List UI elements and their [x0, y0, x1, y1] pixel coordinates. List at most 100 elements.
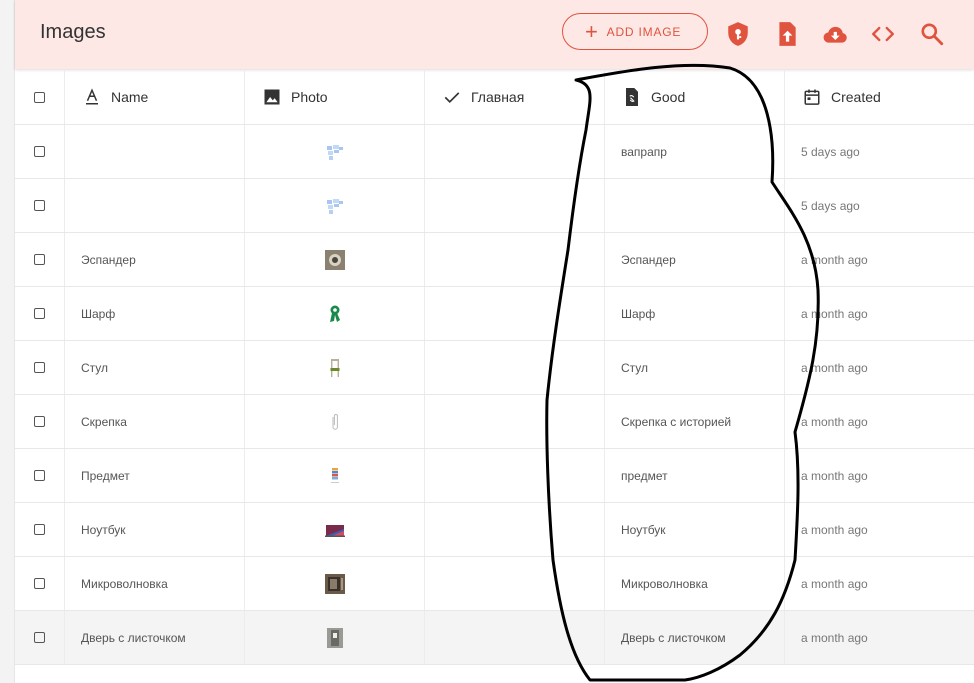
column-header-created[interactable]: Created: [785, 70, 974, 124]
item-photo[interactable]: [325, 466, 345, 486]
table-row[interactable]: Стул Стул a month ago: [15, 341, 974, 395]
row-select-cell: [15, 503, 65, 556]
row-checkbox[interactable]: [34, 254, 45, 265]
code-icon[interactable]: [870, 21, 896, 47]
column-header-name[interactable]: Name: [65, 70, 245, 124]
row-select-cell: [15, 557, 65, 610]
column-label-created: Created: [831, 89, 881, 105]
cell-name: Шарф: [65, 287, 245, 340]
cell-created: 5 days ago: [785, 125, 974, 178]
row-good: Дверь с листочком: [621, 630, 726, 645]
row-good: вапрапр: [621, 144, 667, 159]
cell-main: [425, 179, 605, 232]
cell-name: Скрепка: [65, 395, 245, 448]
row-select-cell: [15, 449, 65, 502]
expander-photo[interactable]: [325, 249, 345, 270]
cloud-download-icon[interactable]: [822, 21, 848, 47]
cell-good: Шарф: [605, 287, 785, 340]
row-checkbox[interactable]: [34, 362, 45, 373]
cell-name: Ноутбук: [65, 503, 245, 556]
search-icon[interactable]: [919, 21, 945, 47]
row-select-cell: [15, 341, 65, 394]
table-row[interactable]: 5 days ago: [15, 179, 974, 233]
row-select-cell: [15, 179, 65, 232]
row-name: Микроволновка: [81, 576, 168, 591]
paperclip-photo[interactable]: [325, 412, 345, 432]
file-upload-icon[interactable]: [774, 21, 800, 47]
column-header-photo[interactable]: Photo: [245, 70, 425, 124]
table-row[interactable]: Микроволновка Микроволновка a month ago: [15, 557, 974, 611]
laptop-photo[interactable]: [325, 520, 345, 540]
shield-key-icon[interactable]: [725, 21, 751, 47]
cell-main: [425, 503, 605, 556]
row-select-cell: [15, 611, 65, 664]
row-checkbox[interactable]: [34, 308, 45, 319]
row-checkbox[interactable]: [34, 470, 45, 481]
cell-good: Дверь с листочком: [605, 611, 785, 664]
cell-main: [425, 233, 605, 286]
column-header-main[interactable]: Главная: [425, 70, 605, 124]
table-row[interactable]: Скрепка Скрепка с историей a month ago: [15, 395, 974, 449]
cell-good: [605, 179, 785, 232]
plus-icon: +: [585, 18, 599, 44]
table-row[interactable]: Предмет предмет a month ago: [15, 449, 974, 503]
table-row[interactable]: вапрапр 5 days ago: [15, 125, 974, 179]
row-name: Шарф: [81, 306, 116, 321]
text-format-icon: [86, 88, 98, 105]
row-checkbox[interactable]: [34, 632, 45, 643]
cell-main: [425, 557, 605, 610]
table-row[interactable]: Эспандер Эспандер a month ago: [15, 233, 974, 287]
row-checkbox[interactable]: [34, 200, 45, 211]
cell-good: Микроволновка: [605, 557, 785, 610]
cell-main: [425, 449, 605, 502]
cell-name: Эспандер: [65, 233, 245, 286]
cell-photo: [245, 557, 425, 610]
row-checkbox[interactable]: [34, 416, 45, 427]
add-image-button[interactable]: + ADD IMAGE: [562, 13, 708, 50]
table-header-row: Name Photo Главная Good Created: [15, 70, 974, 125]
microwave-photo[interactable]: [325, 573, 345, 594]
cell-photo: [245, 233, 425, 286]
cell-name: Стул: [65, 341, 245, 394]
cell-created: a month ago: [785, 557, 974, 610]
cell-photo: [245, 611, 425, 664]
cell-created: a month ago: [785, 611, 974, 664]
row-checkbox[interactable]: [34, 146, 45, 157]
app-header: Images + ADD IMAGE: [15, 0, 974, 69]
table-row[interactable]: Шарф Шарф a month ago: [15, 287, 974, 341]
image-thumbnail[interactable]: [325, 196, 345, 216]
door-photo[interactable]: [325, 627, 345, 648]
cell-photo: [245, 179, 425, 232]
row-good: предмет: [621, 468, 668, 483]
cell-created: a month ago: [785, 449, 974, 502]
cell-main: [425, 395, 605, 448]
column-label-main: Главная: [471, 89, 525, 105]
cell-good: Стул: [605, 341, 785, 394]
cell-created: a month ago: [785, 395, 974, 448]
row-created: a month ago: [801, 360, 868, 375]
row-select-cell: [15, 287, 65, 340]
table-row[interactable]: Ноутбук Ноутбук a month ago: [15, 503, 974, 557]
row-name: Предмет: [81, 468, 130, 483]
table-row[interactable]: Дверь с листочком Дверь с листочком a mo…: [15, 611, 974, 665]
row-created: a month ago: [801, 468, 868, 483]
row-created: a month ago: [801, 522, 868, 537]
add-image-label: ADD IMAGE: [606, 24, 682, 39]
column-header-good[interactable]: Good: [605, 70, 785, 124]
select-all-checkbox[interactable]: [34, 91, 45, 103]
row-name: Эспандер: [81, 252, 136, 267]
calendar-icon: [804, 89, 820, 105]
row-checkbox[interactable]: [34, 578, 45, 589]
cell-good: Эспандер: [605, 233, 785, 286]
cell-name: Микроволновка: [65, 557, 245, 610]
row-good: Шарф: [621, 306, 656, 321]
image-thumbnail[interactable]: [325, 142, 345, 162]
header-select-cell: [15, 70, 65, 124]
chair-photo[interactable]: [325, 358, 345, 378]
cell-good: Ноутбук: [605, 503, 785, 556]
row-created: a month ago: [801, 306, 868, 321]
image-icon: [264, 89, 280, 105]
row-checkbox[interactable]: [34, 524, 45, 535]
scarf-photo[interactable]: [325, 304, 345, 324]
check-icon: [444, 92, 460, 104]
